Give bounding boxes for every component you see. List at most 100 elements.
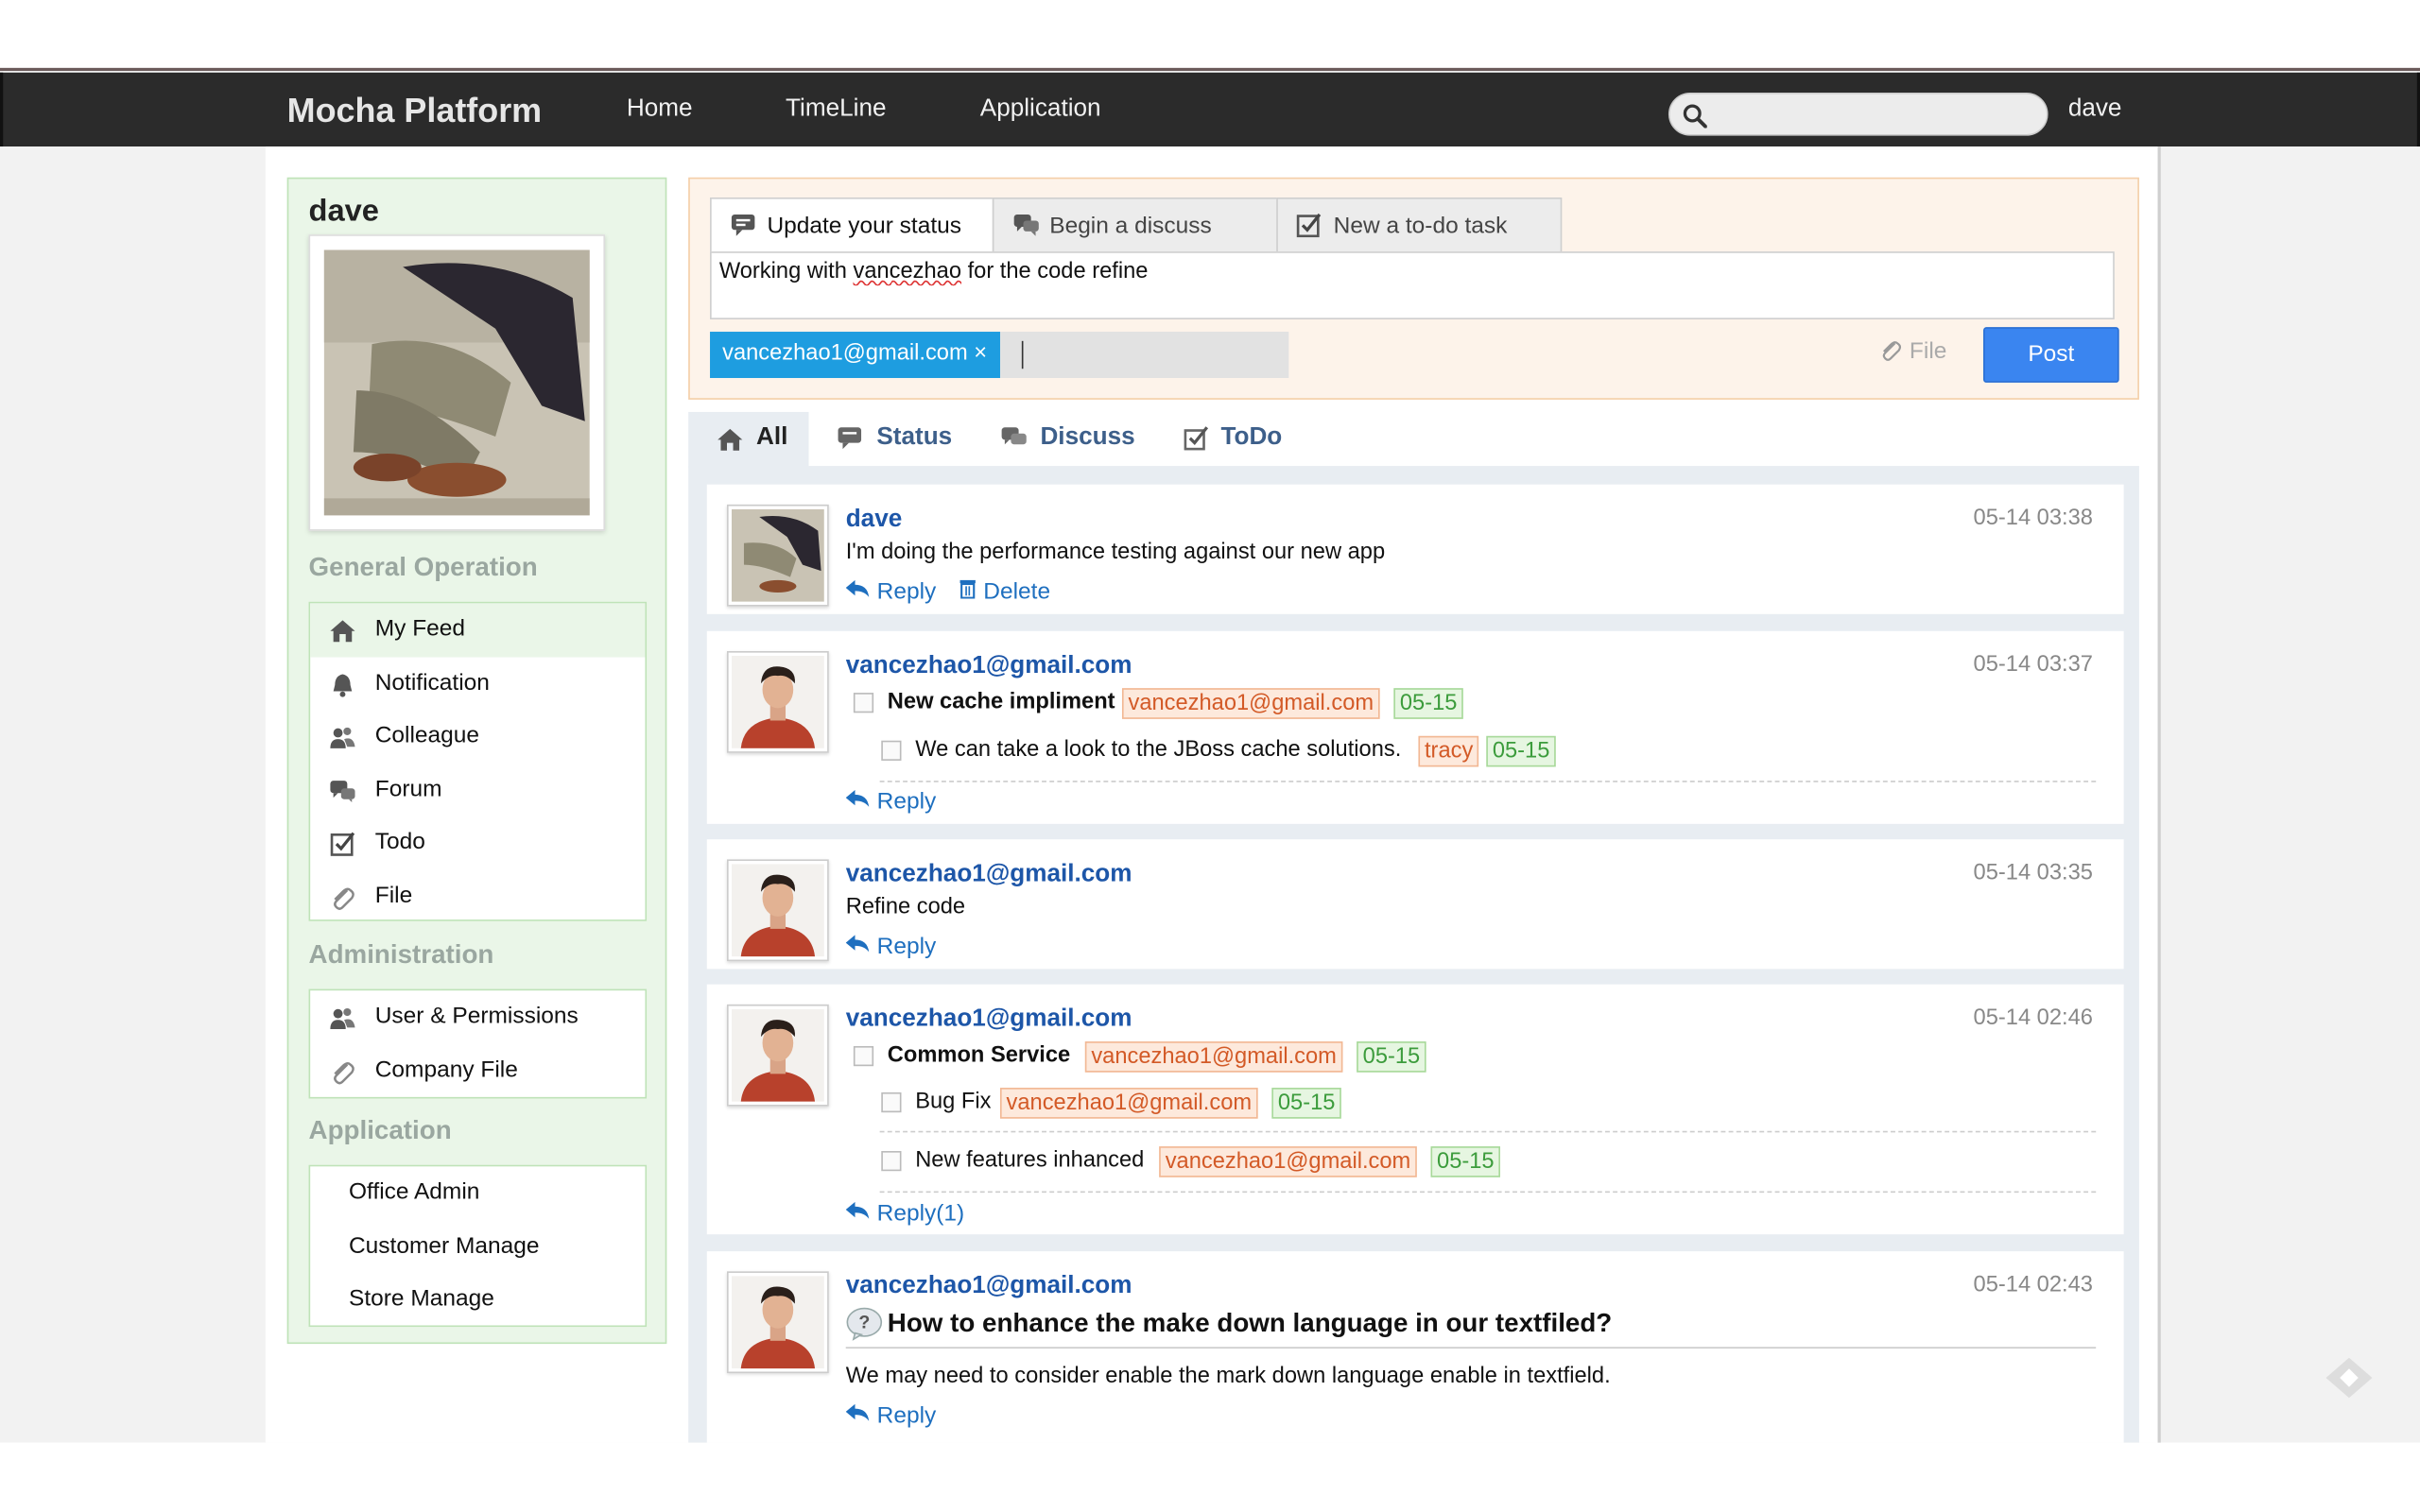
todo-assignee[interactable]: vancezhao1@gmail.com [999,1088,1258,1119]
tab-label: New a to-do task [1333,213,1508,240]
checkbox-icon [1296,213,1322,238]
sidebar-item-my-feed[interactable]: My Feed [310,603,646,657]
paperclip-icon [334,1061,354,1084]
tab-discuss[interactable]: Discuss [991,412,1145,468]
reply-label: Reply [876,788,937,816]
tab-new-todo[interactable]: New a to-do task [1276,197,1563,253]
todo-assignee[interactable]: tracy [1418,735,1479,767]
post-author[interactable]: vancezhao1@gmail.com [846,653,1132,680]
avatar[interactable] [727,1004,829,1107]
post-author[interactable]: dave [846,507,903,534]
search-box[interactable] [1668,92,2048,136]
activity-feed: dave 05-14 03:38 I'm doing the performan… [688,466,2139,1443]
administration-title: Administration [308,939,494,970]
reply-link[interactable]: Reply [845,934,936,960]
sidebar-item-label: Office Admin [348,1178,480,1206]
nav-home[interactable]: Home [627,95,693,123]
sidebar-item-file[interactable]: File [310,869,645,922]
sidebar-item-store-manage[interactable]: Store Manage [310,1273,645,1326]
administration-menu: User & Permissions Company File [308,988,648,1099]
tab-label: ToDo [1220,423,1283,451]
tab-update-status[interactable]: Update your status [710,197,994,253]
checkbox-icon [330,832,355,856]
sidebar-item-label: My Feed [374,615,466,643]
feed-item: dave 05-14 03:38 I'm doing the performan… [706,484,2124,614]
status-text-before: Working with [718,259,854,284]
discussion-title[interactable]: How to enhance the make down language in… [888,1309,1612,1340]
home-icon [717,428,743,451]
chat-icon [838,427,862,450]
status-textarea[interactable]: Working with vancezhao for the code refi… [710,251,2115,319]
nav-timeline[interactable]: TimeLine [786,95,886,123]
tab-all[interactable]: All [688,411,809,468]
todo-checkbox[interactable] [881,1150,902,1172]
reply-link[interactable]: Reply [845,1402,937,1429]
delete-label: Delete [983,578,1051,606]
post-author[interactable]: vancezhao1@gmail.com [846,1273,1132,1300]
todo-checkbox[interactable] [853,1045,874,1067]
divider [845,1347,2097,1349]
sidebar-item-company-file[interactable]: Company File [310,1044,645,1097]
todo-assignee[interactable]: vancezhao1@gmail.com [1121,688,1380,719]
profile-photo[interactable] [308,234,606,531]
avatar[interactable] [727,504,829,607]
todo-checkbox[interactable] [853,693,874,713]
home-icon [330,620,355,643]
tab-label: All [756,423,788,451]
sidebar-item-user-permissions[interactable]: User & Permissions [310,990,645,1043]
avatar[interactable] [727,1271,829,1374]
sidebar-item-colleague[interactable]: Colleague [310,710,645,763]
search-input[interactable] [1713,98,2036,133]
sidebar-item-office-admin[interactable]: Office Admin [310,1166,645,1219]
nav-application[interactable]: Application [980,95,1101,123]
general-operation-title: General Operation [308,552,538,582]
top-border [0,67,2420,72]
delete-link[interactable]: Delete [959,578,1050,605]
attach-file-button[interactable]: File [1878,337,1947,365]
todo-checkbox[interactable] [881,740,902,761]
reply-link[interactable]: Reply(1) [845,1200,965,1227]
main-content: dave General Operation My Feed Notificat… [265,146,2161,1443]
todo-item: New cache impliment vancezhao1@gmail.com… [853,688,2088,722]
post-author[interactable]: vancezhao1@gmail.com [846,1006,1132,1034]
sidebar-item-forum[interactable]: Forum [310,763,645,816]
application-menu: Office Admin Customer Manage Store Manag… [308,1164,648,1328]
avatar-image [731,1276,824,1369]
reply-label: Reply(1) [876,1200,965,1227]
avatar[interactable] [727,650,829,753]
trash-icon [959,579,976,599]
checkbox-icon [1184,426,1209,451]
post-button[interactable]: Post [1983,327,2119,383]
todo-text: We can take a look to the JBoss cache so… [915,737,1402,763]
post-author[interactable]: vancezhao1@gmail.com [846,861,1132,888]
application-title: Application [308,1115,452,1145]
mention-input[interactable]: vancezhao1@gmail.com × [710,332,1289,379]
todo-assignee[interactable]: vancezhao1@gmail.com [1084,1041,1343,1073]
reply-label: Reply [876,1402,937,1429]
sidebar-item-notification[interactable]: Notification [310,657,645,710]
file-label: File [1909,337,1947,365]
sidebar-item-todo[interactable]: Todo [310,816,645,869]
todo-subitem: We can take a look to the JBoss cache so… [881,735,2085,770]
todo-assignee[interactable]: vancezhao1@gmail.com [1159,1146,1417,1177]
divider [879,1130,2097,1133]
status-text-after: for the code refine [961,259,1149,284]
brand-logo[interactable]: Mocha Platform [287,91,542,130]
paperclip-icon [1882,341,1902,361]
reply-link[interactable]: Reply [845,578,936,605]
paperclip-icon [334,886,354,910]
mention-chip[interactable]: vancezhao1@gmail.com × [710,332,1000,379]
avatar[interactable] [727,859,829,962]
post-text: We may need to consider enable the mark … [845,1364,1611,1389]
todo-due-date: 05-15 [1357,1041,1426,1073]
sidebar-item-customer-manage[interactable]: Customer Manage [310,1220,645,1273]
todo-text: New features inhanced [915,1147,1145,1173]
post-composer: Update your status Begin a discuss New a… [688,177,2139,400]
tab-todo[interactable]: ToDo [1173,412,1312,468]
text-caret [1021,340,1024,369]
tab-status[interactable]: Status [827,412,966,468]
tab-begin-discuss[interactable]: Begin a discuss [992,197,1278,253]
nav-user-menu[interactable]: dave [2068,95,2122,123]
todo-checkbox[interactable] [881,1091,902,1113]
reply-link[interactable]: Reply [845,788,937,816]
